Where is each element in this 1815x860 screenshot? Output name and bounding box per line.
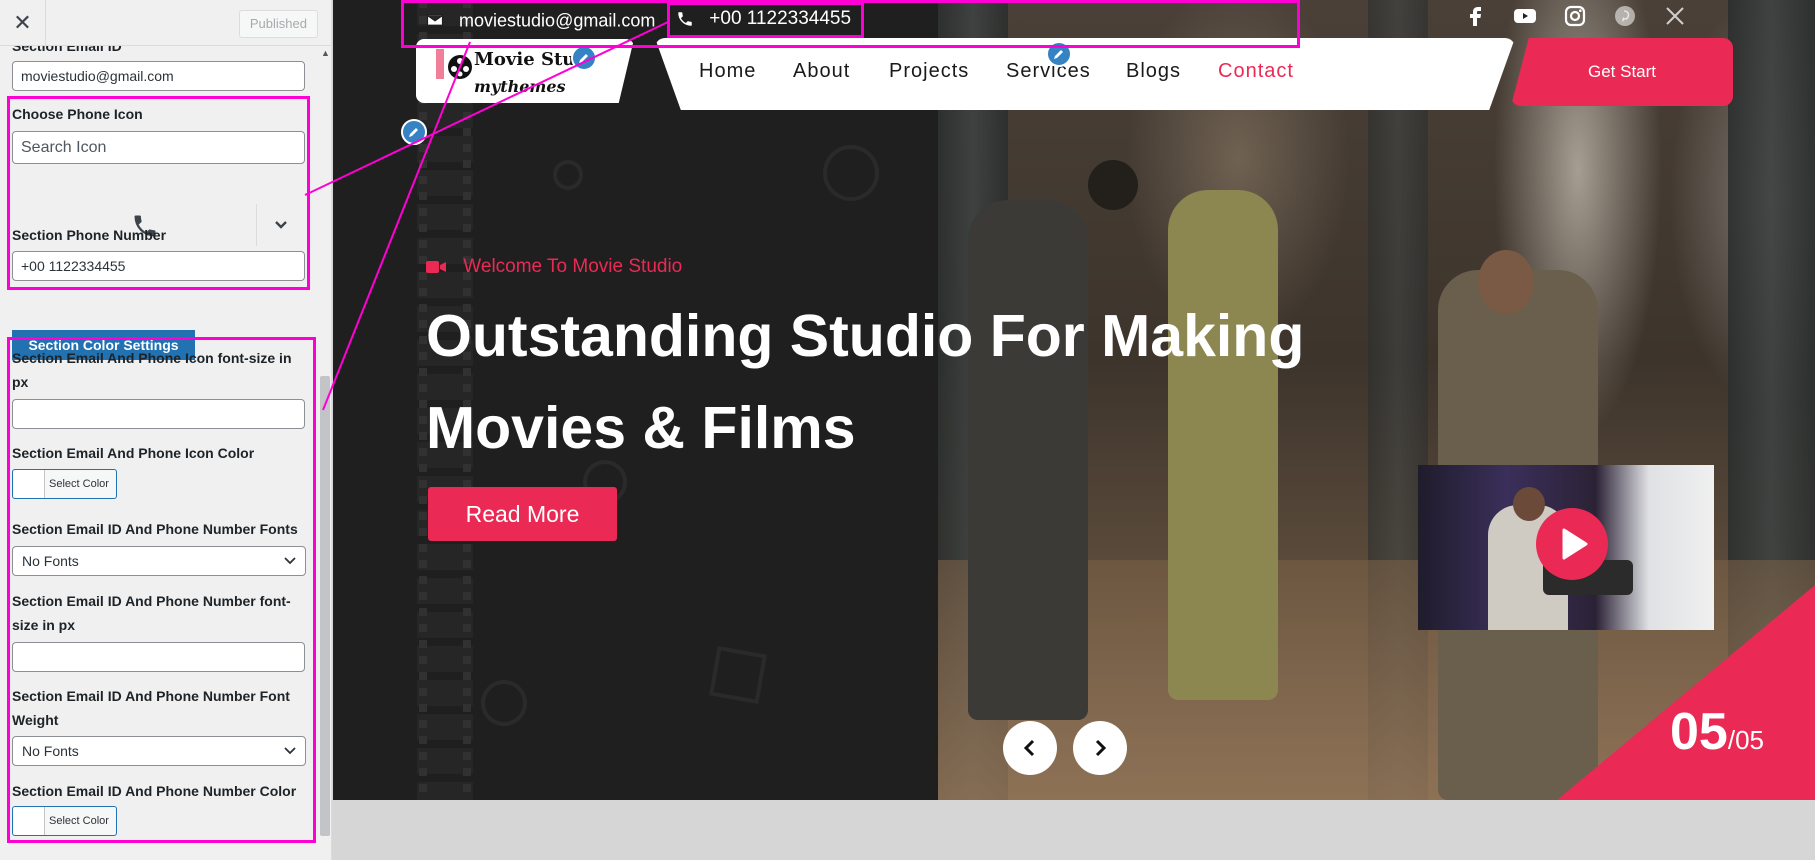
number-font-size-label: Section Email ID And Phone Number font-s… [12, 593, 291, 633]
camera-figure [1088, 160, 1138, 210]
logo-title: Movie Stu [474, 49, 576, 70]
topbar-email-text: moviestudio@gmail.com [459, 10, 656, 31]
hero-welcome: Welcome To Movie Studio [426, 256, 682, 278]
number-fonts-label: Section Email ID And Phone Number Fonts [12, 521, 298, 537]
slider-prev-button[interactable] [1003, 721, 1057, 775]
edit-shortcut-icon[interactable] [571, 45, 597, 71]
sidebar-scrollbar[interactable]: ▲ [318, 46, 331, 860]
close-icon[interactable]: ✕ [0, 0, 46, 46]
number-color-picker[interactable]: Select Color [12, 806, 117, 836]
nav-about[interactable]: About [793, 60, 850, 83]
site-logo[interactable]: Movie Stu mythemes [416, 39, 634, 103]
icon-color-picker[interactable]: Select Color [12, 469, 117, 499]
envelope-icon [426, 14, 444, 27]
get-start-button[interactable]: Get Start [1511, 38, 1733, 106]
number-font-weight-label: Section Email ID And Phone Number Font W… [12, 688, 290, 728]
select-color-label: Select Color [49, 478, 109, 490]
color-swatch [13, 470, 45, 498]
nav-blogs[interactable]: Blogs [1126, 60, 1181, 83]
icon-color-label: Section Email And Phone Icon Color [12, 445, 255, 461]
decorative-shape [709, 646, 767, 704]
play-button[interactable] [1536, 508, 1608, 580]
site-preview: moviestudio@gmail.com +00 1122334455 Mov… [333, 0, 1815, 800]
icon-font-size-label: Section Email And Phone Icon font-size i… [12, 350, 292, 390]
film-reel-icon [436, 49, 472, 79]
hero-welcome-text: Welcome To Movie Studio [463, 256, 683, 277]
slide-current: 05 [1670, 703, 1728, 761]
chevron-down-icon [284, 557, 296, 565]
pencil-icon [579, 54, 588, 63]
sidebar-controls: Section Email ID moviestudio@gmail.com C… [0, 36, 318, 860]
number-color-label: Section Email ID And Phone Number Color [12, 783, 297, 799]
number-font-weight-value: No Fonts [22, 743, 79, 759]
email-field[interactable]: moviestudio@gmail.com [12, 61, 305, 91]
published-button[interactable]: Published [238, 10, 318, 38]
chevron-down-icon [284, 747, 296, 755]
edit-shortcut-icon[interactable] [1046, 41, 1072, 67]
play-icon [1562, 528, 1588, 560]
youtube-icon[interactable] [1513, 4, 1537, 28]
select-color-label: Select Color [49, 815, 109, 827]
decorative-shape [481, 680, 527, 726]
read-more-button[interactable]: Read More [428, 487, 617, 541]
topbar-email[interactable]: moviestudio@gmail.com [426, 4, 655, 34]
decorative-shape [823, 145, 879, 201]
chevron-left-icon [1023, 739, 1035, 757]
sidebar-header: ✕ Published [0, 0, 331, 46]
video-person-head [1513, 487, 1545, 521]
nav-contact[interactable]: Contact [1218, 60, 1294, 83]
number-font-size-field[interactable] [12, 642, 305, 672]
customizer-sidebar: Section Email ID moviestudio@gmail.com C… [0, 0, 332, 860]
edit-shortcut-icon[interactable] [401, 119, 427, 145]
facebook-icon[interactable] [1464, 4, 1488, 28]
decorative-shape [553, 160, 583, 190]
icon-search-input[interactable]: Search Icon [12, 131, 305, 164]
number-fonts-value: No Fonts [22, 553, 79, 569]
nav-home[interactable]: Home [699, 60, 756, 83]
hero-title: Outstanding Studio For Making Movies & F… [426, 303, 1305, 461]
color-swatch [13, 807, 45, 835]
phone-icon [678, 12, 692, 26]
video-camera-icon [426, 261, 446, 273]
chevron-right-icon [1095, 739, 1107, 757]
logo-subtitle: mythemes [474, 77, 566, 96]
number-font-weight-select[interactable]: No Fonts [12, 736, 306, 766]
phone-icon-label: Choose Phone Icon [12, 106, 143, 122]
slider-next-button[interactable] [1073, 721, 1127, 775]
person-head [1478, 250, 1534, 314]
instagram-icon[interactable] [1563, 4, 1587, 28]
pencil-icon [409, 128, 418, 137]
phone-number-label: Section Phone Number [12, 227, 167, 243]
nav-projects[interactable]: Projects [889, 60, 969, 83]
topbar-phone-text: +00 1122334455 [709, 8, 852, 29]
nav-services[interactable]: Services [1006, 60, 1091, 83]
scrollbar-thumb[interactable] [320, 376, 330, 836]
icon-font-size-field[interactable] [12, 399, 305, 429]
pinterest-icon[interactable] [1613, 4, 1637, 28]
slide-total: /05 [1727, 725, 1764, 755]
x-icon[interactable] [1663, 4, 1687, 28]
slide-counter: 05/05 [1670, 702, 1764, 762]
phone-number-field[interactable]: +00 1122334455 [12, 251, 305, 281]
topbar-phone[interactable]: +00 1122334455 [676, 4, 851, 34]
number-fonts-select[interactable]: No Fonts [12, 546, 306, 576]
scroll-up-icon[interactable]: ▲ [321, 48, 330, 58]
pencil-icon [1054, 50, 1063, 59]
